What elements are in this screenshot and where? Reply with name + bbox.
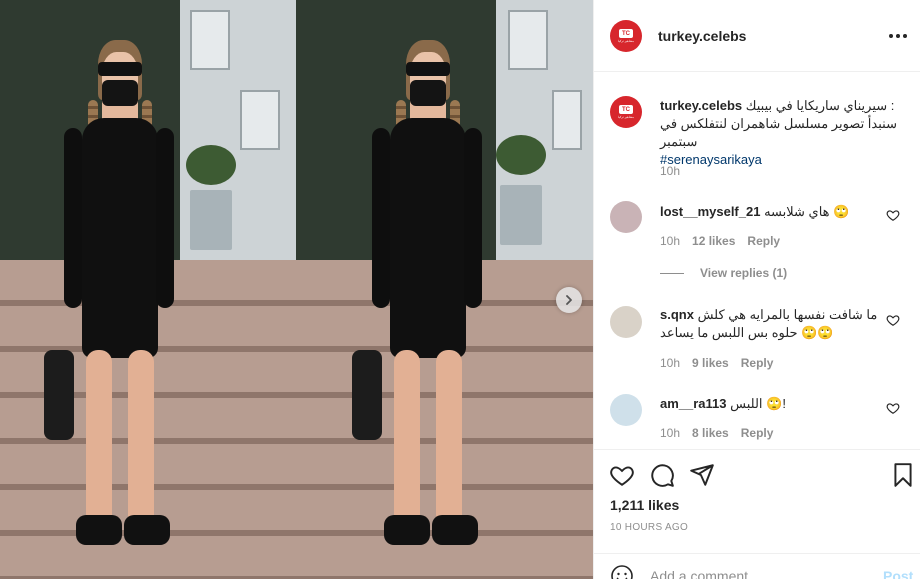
chevron-right-icon: [566, 295, 572, 305]
photo-panel-left: [0, 0, 296, 579]
bookmark-icon[interactable]: [890, 462, 916, 488]
next-image-button[interactable]: [556, 287, 582, 313]
comment-meta: 10h 9 likes Reply: [660, 356, 773, 370]
more-options-icon[interactable]: [889, 27, 907, 45]
caption-line-1: سيريناي ساريكايا في بيبيك :: [745, 98, 895, 113]
comment-username[interactable]: s.qnx: [660, 307, 694, 322]
comment-likes[interactable]: 8 likes: [692, 426, 729, 440]
header-username[interactable]: turkey.celebs: [658, 28, 746, 44]
comment-likes[interactable]: 9 likes: [692, 356, 729, 370]
caption-time[interactable]: 10h: [660, 164, 680, 178]
paper-plane-icon[interactable]: [689, 462, 715, 488]
comment-text: s.qnx ما شافت نفسها بالمرايه هي كلش حلوه…: [660, 307, 878, 340]
comment-input[interactable]: [650, 568, 850, 579]
post-header: TC مشاهير تركيا turkey.celebs: [594, 0, 920, 72]
heart-icon[interactable]: [886, 208, 900, 222]
post-actions: 1,211 likes 10 HOURS AGO Post: [594, 449, 920, 579]
comment-meta: 10h 8 likes Reply: [660, 426, 773, 440]
comment-time[interactable]: 10h: [660, 234, 680, 248]
comment-username[interactable]: lost__myself_21: [660, 204, 760, 219]
photo-panel-right: [296, 0, 593, 579]
avatar[interactable]: [610, 394, 642, 426]
reply-button[interactable]: Reply: [741, 426, 774, 440]
post-dialog: TC مشاهير تركيا turkey.celebs TC مشاهير …: [0, 0, 920, 579]
heart-icon[interactable]: [886, 313, 900, 327]
caption-username[interactable]: turkey.celebs: [660, 98, 742, 113]
comment-icon[interactable]: [649, 462, 675, 488]
comment-time[interactable]: 10h: [660, 426, 680, 440]
comment-text: lost__myself_21 هاي شلابسه 🙄: [660, 204, 850, 219]
comment-likes[interactable]: 12 likes: [692, 234, 735, 248]
add-comment-bar: Post: [594, 553, 920, 579]
view-replies-button[interactable]: View replies (1): [660, 266, 787, 280]
reply-button[interactable]: Reply: [741, 356, 774, 370]
avatar[interactable]: TC مشاهير تركيا: [610, 20, 642, 52]
avatar[interactable]: [610, 306, 642, 338]
caption-line-2: سنبدأ تصوير مسلسل شاهمران لنتفلكس في سبت…: [660, 116, 897, 149]
comment-username[interactable]: am__ra113: [660, 396, 727, 411]
caption-avatar[interactable]: TC مشاهير تركيا: [610, 96, 642, 128]
emoji-icon[interactable]: [610, 564, 634, 579]
post-button[interactable]: Post: [883, 568, 913, 579]
heart-icon[interactable]: [886, 401, 900, 415]
likes-count[interactable]: 1,211 likes: [610, 497, 679, 513]
reply-button[interactable]: Reply: [747, 234, 780, 248]
post-image[interactable]: [0, 0, 593, 579]
caption-text: turkey.celebs سيريناي ساريكايا في بيبيك …: [660, 97, 900, 169]
post-sidebar: TC مشاهير تركيا turkey.celebs TC مشاهير …: [593, 0, 920, 579]
comment-time[interactable]: 10h: [660, 356, 680, 370]
post-timestamp[interactable]: 10 HOURS AGO: [610, 522, 688, 533]
heart-icon[interactable]: [609, 462, 635, 488]
avatar[interactable]: [610, 201, 642, 233]
caption-hashtag[interactable]: #serenaysarikaya: [660, 151, 900, 169]
comment-meta: 10h 12 likes Reply: [660, 234, 780, 248]
comment-text: am__ra113 اللبس 🙄!: [660, 396, 786, 411]
